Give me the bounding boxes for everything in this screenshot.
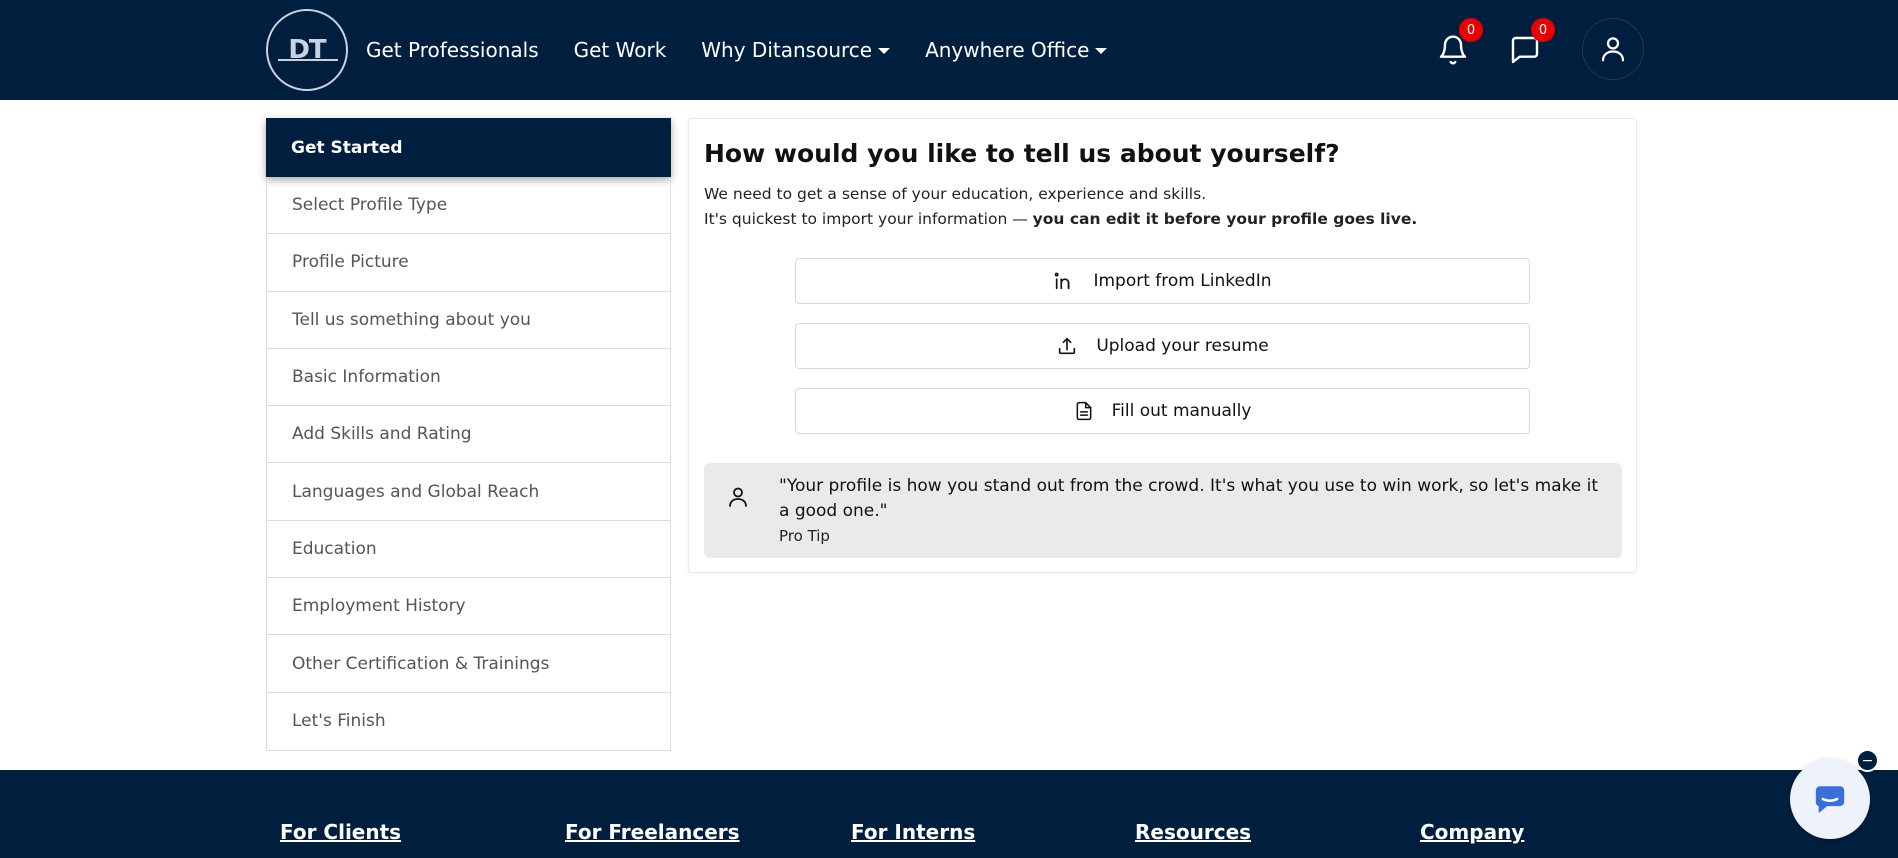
sidebar-item-profile-picture[interactable]: Profile Picture [267,234,670,292]
sidebar-item-label: Basic Information [292,367,441,388]
sidebar-item-skills-rating[interactable]: Add Skills and Rating [267,406,670,464]
sidebar-item-label: Tell us something about you [292,309,531,330]
sidebar-item-basic-information[interactable]: Basic Information [267,349,670,407]
logo-underline [278,59,338,61]
sidebar-item-get-started[interactable]: Get Started [266,118,671,177]
footer-link-company[interactable]: Company [1420,820,1524,844]
sidebar-item-label: Let's Finish [292,711,386,732]
chat-bubble-icon [1815,786,1845,814]
sidebar-item-label: Languages and Global Reach [292,481,540,502]
ditansource-logo[interactable]: DT [266,9,348,91]
nav-label: Get Professionals [366,38,539,62]
import-linkedin-button[interactable]: Import from LinkedIn [795,258,1530,304]
intro-text: We need to get a sense of your education… [704,182,1417,232]
nav-label: Why Ditansource [701,38,873,62]
caret-down-icon [1095,48,1108,54]
caret-down-icon [878,48,891,54]
intro-line-2-emphasis: you can edit it before your profile goes… [1032,210,1418,228]
chat-minimize-button[interactable]: − [1856,749,1879,772]
sidebar-steps-list: Select Profile Type Profile Picture Tell… [266,177,671,751]
sidebar-item-education[interactable]: Education [267,521,670,579]
pro-tip-author: Pro Tip [779,527,830,545]
get-started-card: How would you like to tell us about your… [688,118,1637,573]
footer: For Clients For Freelancers For Interns … [0,770,1898,858]
sidebar-item-label: Get Started [291,137,403,158]
page-title: How would you like to tell us about your… [704,139,1340,168]
sidebar-item-select-profile-type[interactable]: Select Profile Type [267,177,670,235]
nav-why-ditansource[interactable]: Why Ditansource [701,38,891,62]
notifications-button[interactable]: 0 [1433,18,1483,70]
footer-link-for-freelancers[interactable]: For Freelancers [565,820,740,844]
nav-label: Get Work [573,38,667,62]
sidebar-item-label: Select Profile Type [292,195,448,216]
upload-resume-button[interactable]: Upload your resume [795,323,1530,369]
button-label: Import from LinkedIn [1093,271,1272,291]
fill-manually-button[interactable]: Fill out manually [795,388,1530,434]
linkedin-icon [1055,272,1070,290]
chat-widget-button[interactable] [1790,759,1870,839]
user-icon [729,487,747,507]
sidebar-item-about-you[interactable]: Tell us something about you [267,292,670,349]
button-label: Fill out manually [1111,401,1252,421]
sidebar-item-label: Employment History [292,596,466,617]
nav-get-professionals[interactable]: Get Professionals [366,38,539,62]
footer-link-for-clients[interactable]: For Clients [280,820,401,844]
pro-tip-box: "Your profile is how you stand out from … [704,463,1622,558]
main-nav: Get Professionals Get Work Why Ditansour… [366,0,1108,100]
messages-badge: 0 [1531,18,1555,42]
nav-get-work[interactable]: Get Work [574,38,667,62]
pro-tip-quote: "Your profile is how you stand out from … [779,476,1599,521]
sidebar-item-label: Education [292,538,377,559]
sidebar-item-employment-history[interactable]: Employment History [267,578,670,636]
nav-label: Anywhere Office [925,38,1090,62]
intro-line-1: We need to get a sense of your education… [704,185,1207,203]
messages-button[interactable]: 0 [1505,18,1555,70]
sidebar-item-languages[interactable]: Languages and Global Reach [267,463,670,521]
document-icon [1076,401,1092,421]
profile-steps-sidebar: Get Started Select Profile Type Profile … [266,118,671,751]
footer-link-resources[interactable]: Resources [1135,820,1251,844]
footer-link-for-interns[interactable]: For Interns [851,820,975,844]
notifications-badge: 0 [1459,18,1483,42]
profile-menu-button[interactable] [1582,18,1644,80]
intro-line-2-text: It's quickest to import your information… [704,210,1033,228]
top-navbar: DT Get Professionals Get Work Why Ditans… [0,0,1898,100]
sidebar-item-lets-finish[interactable]: Let's Finish [267,693,670,750]
nav-anywhere-office[interactable]: Anywhere Office [925,38,1108,62]
upload-icon [1059,337,1076,355]
sidebar-item-label: Add Skills and Rating [292,424,472,445]
sidebar-item-certifications[interactable]: Other Certification & Trainings [267,635,670,693]
sidebar-item-label: Profile Picture [292,252,409,273]
button-label: Upload your resume [1096,336,1269,356]
sidebar-item-label: Other Certification & Trainings [292,653,550,674]
intro-line-2: It's quickest to import your information… [704,207,1417,232]
user-icon [1601,37,1625,62]
